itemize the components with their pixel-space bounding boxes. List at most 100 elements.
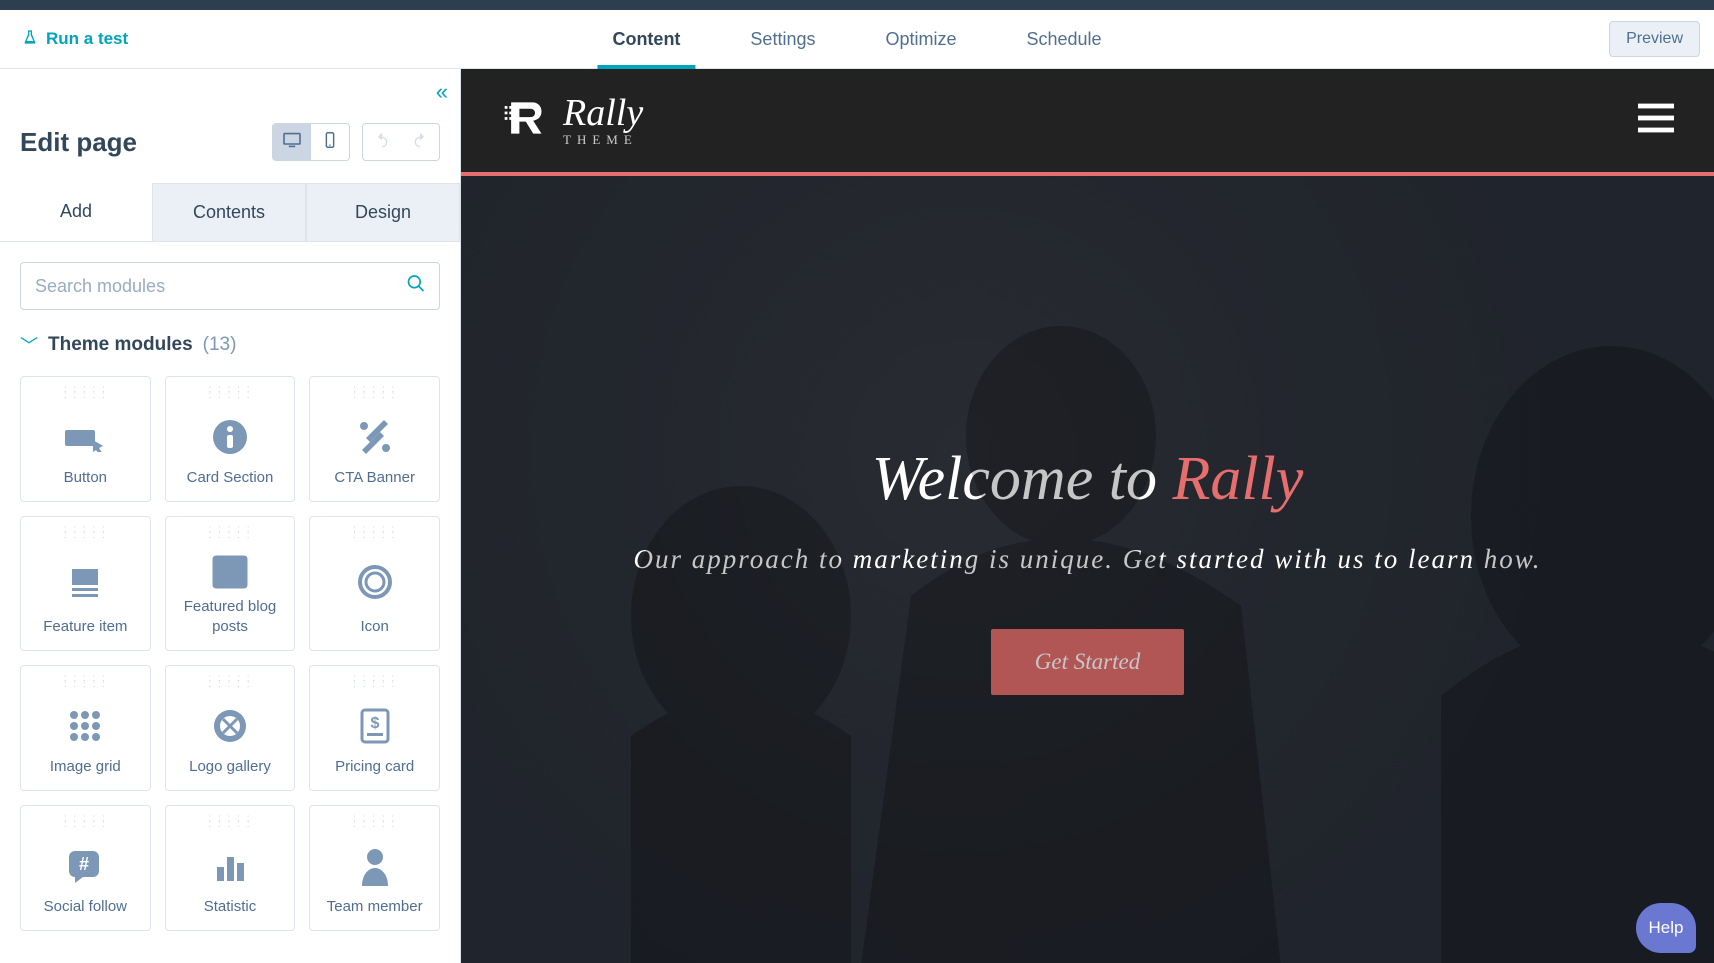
module-logo-gallery[interactable]: : : : : :: : : : :Logo gallery	[165, 665, 296, 791]
module-label: Social follow	[44, 897, 127, 917]
module-label: Team member	[327, 897, 423, 917]
tab-schedule[interactable]: Schedule	[1026, 10, 1101, 68]
module-card-section[interactable]: : : : : :: : : : :Card Section	[165, 376, 296, 502]
tab-content[interactable]: Content	[612, 10, 680, 68]
tab-optimize[interactable]: Optimize	[885, 10, 956, 68]
theme-modules-section-toggle[interactable]: ﹀ Theme modules (13)	[20, 332, 440, 358]
module-icon	[210, 547, 250, 597]
drag-grip-icon: : : : : :: : : : :	[208, 387, 251, 399]
logo-sub: THEME	[563, 132, 643, 148]
sidebar-subtabs: Add Contents Design	[0, 183, 460, 242]
module-social-follow[interactable]: : : : : :: : : : :#Social follow	[20, 805, 151, 931]
drag-grip-icon: : : : : :: : : : :	[353, 527, 396, 539]
module-label: Statistic	[204, 897, 257, 917]
undo-button[interactable]	[363, 124, 401, 160]
section-count: (13)	[203, 334, 237, 356]
module-label: Logo gallery	[189, 757, 271, 777]
run-test-button[interactable]: Run a test	[22, 29, 128, 50]
main-area: « Edit page	[0, 69, 1714, 963]
collapse-sidebar-button[interactable]: «	[436, 79, 448, 105]
module-icon	[211, 412, 249, 462]
module-grid: : : : : :: : : : :Button: : : : :: : : :…	[20, 376, 440, 931]
module-statistic[interactable]: : : : : :: : : : :Statistic	[165, 805, 296, 931]
drag-grip-icon: : : : : :: : : : :	[208, 816, 251, 828]
logo-mark-icon	[501, 95, 547, 146]
subtab-contents[interactable]: Contents	[152, 183, 306, 241]
module-search-input[interactable]	[20, 262, 440, 310]
logo-main: Rally	[563, 94, 643, 132]
module-label: Featured blog posts	[174, 597, 287, 636]
section-title: Theme modules	[48, 334, 193, 356]
sidebar-title: Edit page	[20, 127, 137, 158]
drag-grip-icon: : : : : :: : : : :	[208, 676, 251, 688]
undo-redo-group	[362, 123, 440, 161]
module-icon	[66, 557, 104, 607]
site-header: Rally THEME	[461, 69, 1714, 172]
run-test-label: Run a test	[46, 29, 128, 49]
app-chrome-strip	[0, 0, 1714, 10]
tab-settings[interactable]: Settings	[750, 10, 815, 68]
editor-sidebar: « Edit page	[0, 69, 461, 963]
site-menu-button[interactable]	[1638, 103, 1674, 138]
sidebar-body: ﹀ Theme modules (13) : : : : :: : : : :B…	[0, 242, 460, 963]
hero-section: Welcome to Rally Our approach to marketi…	[461, 176, 1714, 963]
module-pricing-card[interactable]: : : : : :: : : : :$Pricing card	[309, 665, 440, 791]
desktop-icon	[282, 132, 302, 153]
module-icon	[211, 841, 249, 891]
module-label: Pricing card	[335, 757, 414, 777]
module-featured-blog-posts[interactable]: : : : : :: : : : :Featured blog posts	[165, 516, 296, 651]
search-icon	[406, 274, 426, 299]
drag-grip-icon: : : : : :: : : : :	[64, 676, 107, 688]
module-label: Icon	[360, 617, 388, 637]
module-button[interactable]: : : : : :: : : : :Button	[20, 376, 151, 502]
redo-button[interactable]	[401, 124, 439, 160]
mobile-view-button[interactable]	[311, 124, 349, 160]
preview-button[interactable]: Preview	[1609, 21, 1700, 57]
hamburger-icon	[1638, 120, 1674, 137]
chevron-double-left-icon: «	[436, 79, 448, 104]
module-icon	[356, 557, 394, 607]
module-image-grid[interactable]: : : : : :: : : : :Image grid	[20, 665, 151, 791]
module-icon[interactable]: : : : : :: : : : :Icon	[309, 516, 440, 651]
module-cta-banner[interactable]: : : : : :: : : : :CTA Banner	[309, 376, 440, 502]
help-button[interactable]: Help	[1636, 903, 1696, 953]
module-icon: #	[65, 841, 105, 891]
undo-icon	[373, 132, 391, 153]
module-label: CTA Banner	[334, 468, 415, 488]
subtab-add[interactable]: Add	[0, 183, 152, 241]
module-search-wrap	[20, 262, 440, 310]
drag-grip-icon: : : : : :: : : : :	[64, 527, 107, 539]
page-preview-canvas: Rally THEME	[461, 69, 1714, 963]
drag-grip-icon: : : : : :: : : : :	[64, 816, 107, 828]
module-icon	[66, 701, 104, 751]
chevron-down-icon: ﹀	[20, 332, 38, 358]
drag-grip-icon: : : : : :: : : : :	[353, 387, 396, 399]
logo-text: Rally THEME	[563, 94, 643, 148]
module-icon	[211, 701, 249, 751]
module-label: Button	[64, 468, 107, 488]
desktop-view-button[interactable]	[273, 124, 311, 160]
main-toolbar: Run a test Content Settings Optimize Sch…	[0, 10, 1714, 69]
module-feature-item[interactable]: : : : : :: : : : :Feature item	[20, 516, 151, 651]
flask-icon	[22, 29, 38, 50]
hero-background-art	[461, 176, 1714, 963]
module-team-member[interactable]: : : : : :: : : : :Team member	[309, 805, 440, 931]
mobile-icon	[320, 132, 340, 153]
svg-text:$: $	[370, 715, 379, 732]
module-icon: $	[358, 701, 392, 751]
module-label: Card Section	[187, 468, 274, 488]
redo-icon	[411, 132, 429, 153]
drag-grip-icon: : : : : :: : : : :	[64, 387, 107, 399]
module-icon	[63, 412, 107, 462]
editor-tabs: Content Settings Optimize Schedule	[612, 10, 1101, 68]
module-label: Feature item	[43, 617, 127, 637]
site-logo[interactable]: Rally THEME	[501, 94, 643, 148]
subtab-design[interactable]: Design	[306, 183, 460, 241]
sidebar-header: Edit page	[0, 69, 460, 183]
drag-grip-icon: : : : : :: : : : :	[353, 816, 396, 828]
drag-grip-icon: : : : : :: : : : :	[208, 527, 251, 539]
svg-text:#: #	[79, 854, 89, 874]
device-toggle	[272, 123, 350, 161]
drag-grip-icon: : : : : :: : : : :	[353, 676, 396, 688]
module-icon	[356, 412, 394, 462]
